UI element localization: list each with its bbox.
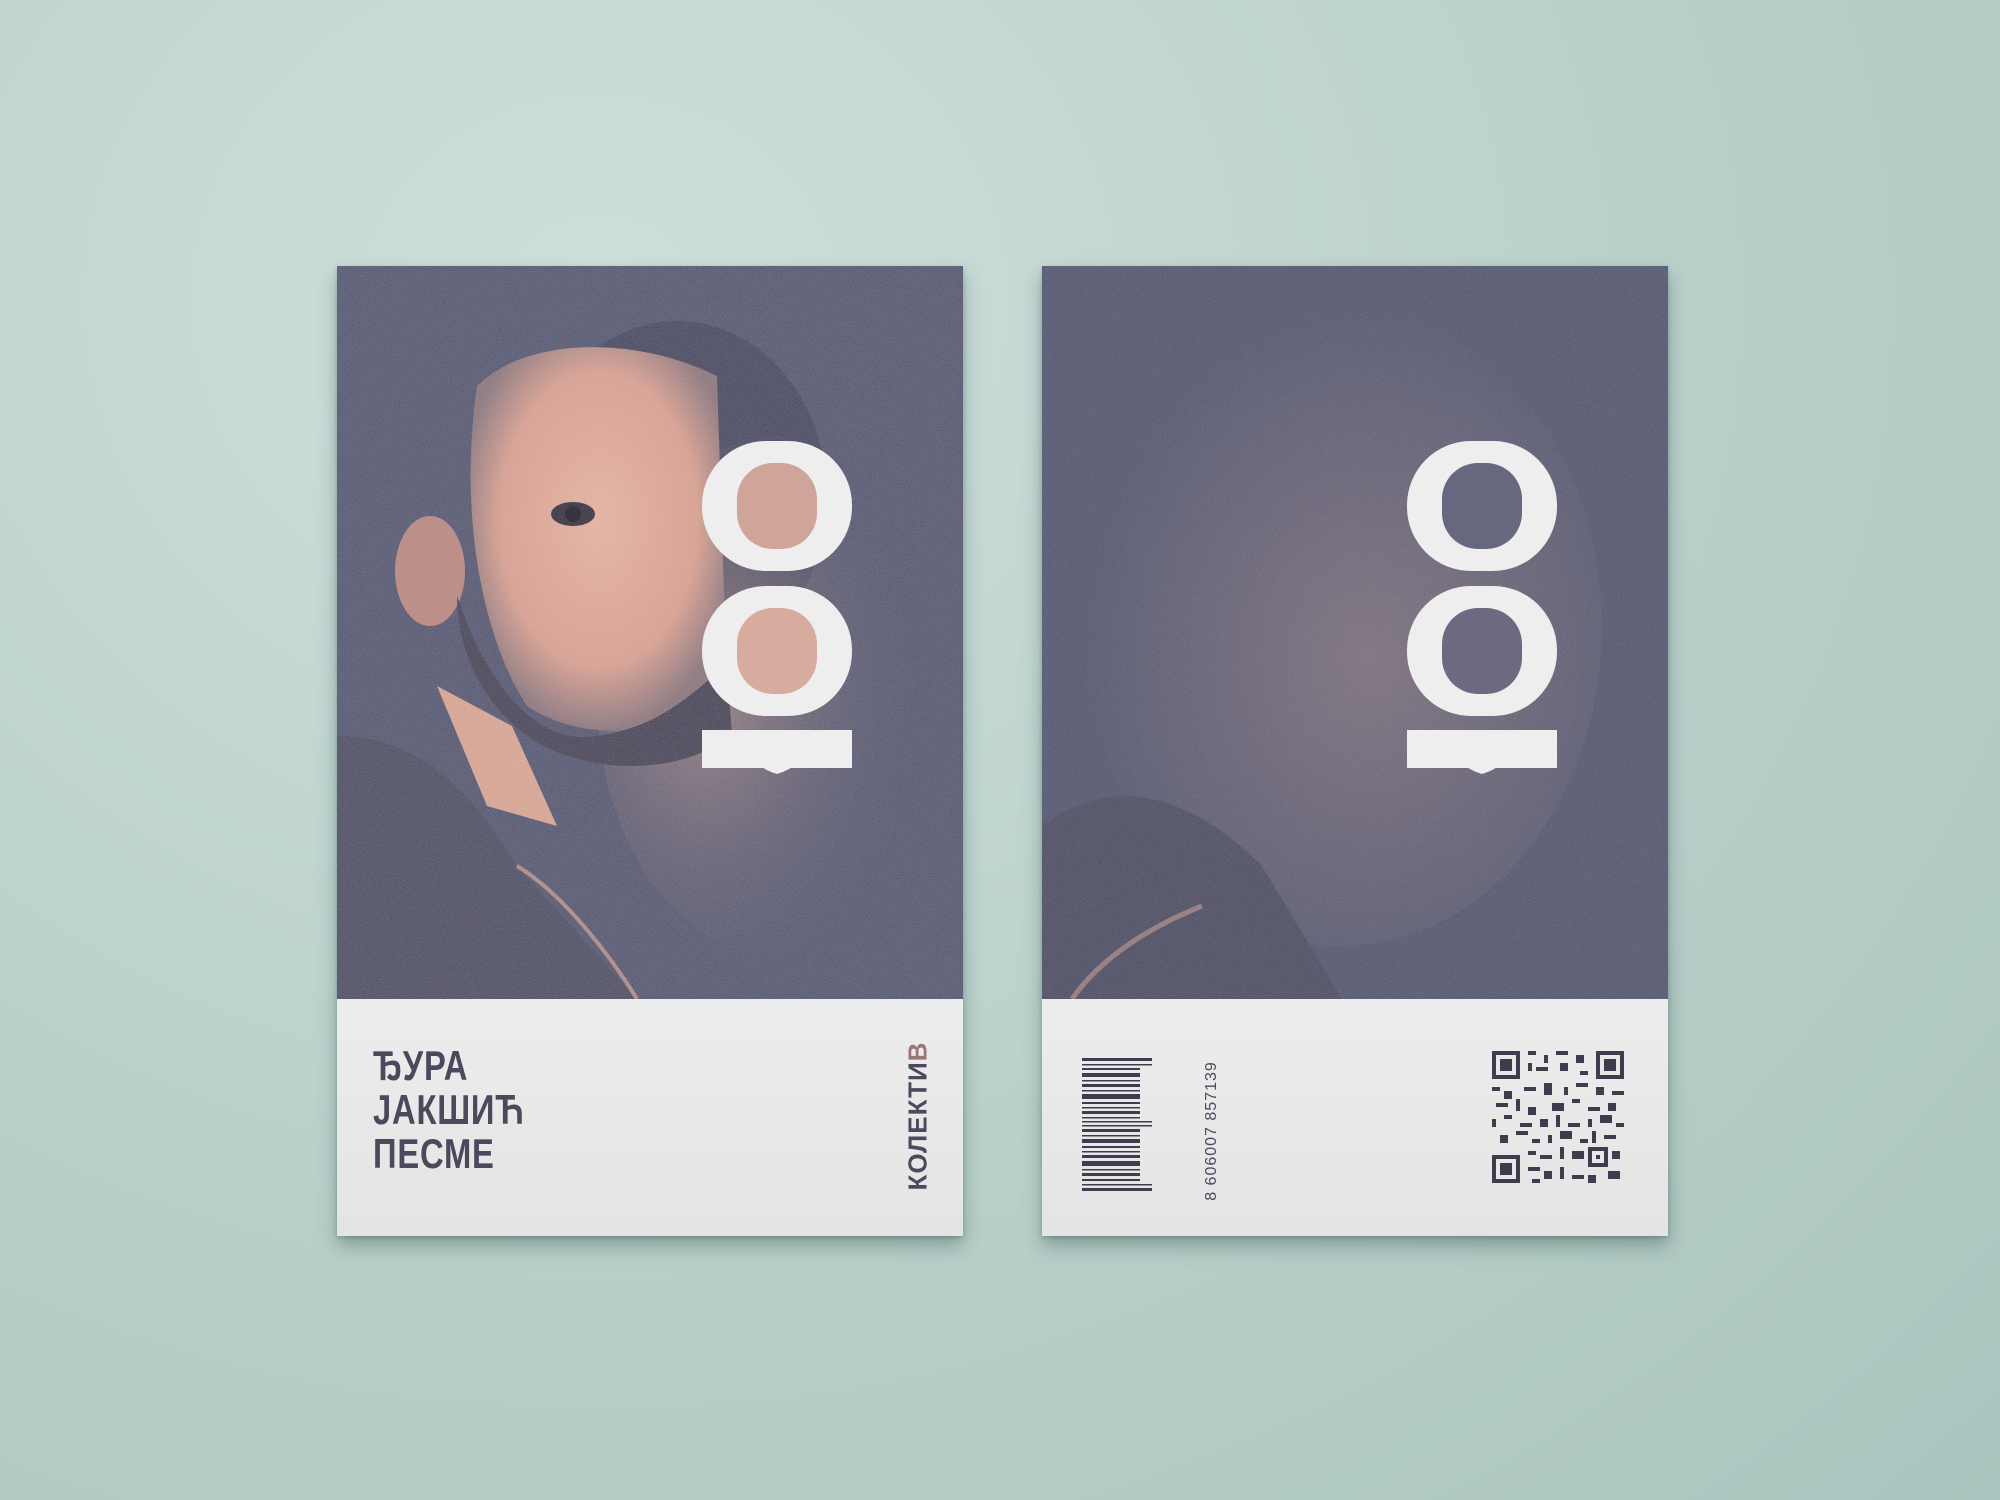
qr-code — [1492, 1051, 1624, 1183]
barcode-number: 8 606007 857139 — [1202, 1061, 1220, 1201]
publisher-accent: В — [902, 1041, 933, 1062]
book-title: ЂУРА ЈАКШИЋ ПЕСМЕ — [373, 1044, 525, 1176]
barcode — [1082, 1058, 1152, 1191]
large-100-mark: 100 — [702, 441, 852, 826]
title-line-work: ПЕСМЕ — [373, 1130, 495, 1177]
back-cover: 100 — [1042, 266, 1668, 1236]
back-large-100-mark: 100 — [1407, 441, 1557, 826]
publisher-logo: КОЛЕКТИВ — [903, 1042, 933, 1191]
title-line-author-last: ЈАКШИЋ — [373, 1086, 525, 1133]
publisher-name: КОЛЕКТИ — [902, 1061, 933, 1191]
title-line-author-first: ЂУРА — [373, 1042, 469, 1089]
front-cover: 100 ЂУРА ЈАКШИЋ ПЕСМЕ КОЛЕКТИВ — [337, 266, 963, 1236]
